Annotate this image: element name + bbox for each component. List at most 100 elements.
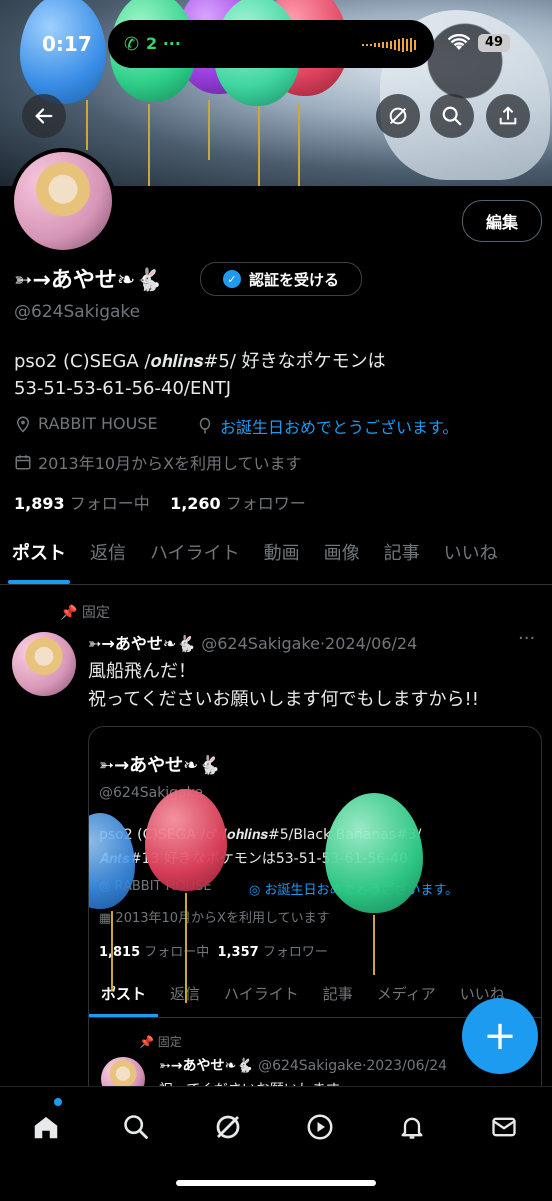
home-icon [34, 1117, 58, 1139]
embedded-followers-count: 1,357 [217, 945, 259, 960]
followers-link[interactable]: 1,260 フォロワー [170, 494, 306, 513]
tweet-avatar[interactable] [12, 632, 76, 696]
tab-videos[interactable]: 動画 [252, 530, 312, 584]
balloon-string [258, 106, 260, 186]
embedded-pinned-text: 固定 [157, 1035, 182, 1049]
balloon-red [145, 789, 227, 891]
back-arrow-icon [35, 108, 53, 124]
following-label: フォロー中 [69, 494, 150, 513]
tweet-handle-date[interactable]: @624Sakigake·2024/06/24 [201, 634, 417, 653]
status-time: 0:17 [42, 32, 92, 56]
location-text: RABBIT HOUSE [38, 414, 158, 433]
embedded-tab: ハイライト [224, 985, 299, 1003]
tab-photos[interactable]: 画像 [312, 530, 372, 584]
grok-icon [389, 107, 407, 125]
tab-articles[interactable]: 記事 [372, 530, 432, 584]
embedded-post-handle-date: @624Sakigake·2023/06/24 [258, 1058, 448, 1074]
embedded-joined: ▦ 2013年10月からXを利用しています [99, 911, 330, 926]
edit-profile-button[interactable]: 編集 [462, 200, 542, 242]
tweet-text-line: 風船飛んだ！ [88, 661, 196, 682]
display-name: ➳→あやせ❧🐇 [14, 268, 163, 293]
search-button[interactable] [430, 94, 474, 138]
balloon-string [86, 100, 88, 150]
notifications-icon [401, 1117, 423, 1139]
balloon-green [325, 793, 423, 913]
follow-stats: 1,893 フォロー中 1,260 フォロワー [14, 490, 306, 514]
followers-count: 1,260 [170, 494, 221, 513]
back-button[interactable] [22, 94, 66, 138]
tab-replies[interactable]: 返信 [78, 530, 138, 584]
nav-home[interactable] [24, 1105, 68, 1149]
more-options-icon[interactable]: ··· [518, 628, 535, 649]
nav-video[interactable] [298, 1105, 342, 1149]
tab-likes[interactable]: いいね [432, 530, 510, 584]
phone-icon: ✆ [124, 34, 140, 55]
profile-avatar[interactable] [10, 148, 116, 254]
call-count: 2 ··· [146, 34, 181, 53]
birthday-text[interactable]: お誕生日おめでとうございます。 [220, 414, 458, 438]
embedded-follow-stats: 1,815 フォロー中 1,357 フォロワー [99, 941, 328, 960]
embedded-tab: メディア [376, 985, 436, 1003]
nav-messages[interactable] [482, 1105, 526, 1149]
explore-icon [124, 1115, 148, 1139]
profile-birthday[interactable]: お誕生日おめでとうございます。 [196, 414, 458, 438]
balloon-string [111, 911, 113, 991]
embedded-post-name: ➳→あやせ❧🐇 [159, 1058, 254, 1074]
get-verified-button[interactable]: ✓ 認証を受ける [200, 262, 362, 296]
joined-text: 2013年10月からXを利用しています [38, 454, 302, 473]
audio-waveform-icon [362, 38, 416, 52]
embedded-pinned: 📌 固定 [139, 1035, 182, 1049]
balloon-string [148, 104, 150, 186]
home-indicator[interactable] [176, 1180, 376, 1186]
embedded-tab: 記事 [322, 985, 353, 1003]
calendar-icon [15, 455, 31, 470]
embedded-display-name: ➳→あやせ❧🐇 [99, 755, 221, 776]
profile-tabs: ポスト 返信 ハイライト 動画 画像 記事 いいね [0, 530, 552, 585]
following-count: 1,893 [14, 494, 65, 513]
profile-joined: 2013年10月からXを利用しています [14, 450, 302, 474]
embedded-joined-text: 2013年10月からXを利用しています [115, 911, 330, 926]
bio-line: pso2 (C)SEGA /𝒐𝒉𝒍𝒊𝒏𝒔#5/ 好きなポケモンは [14, 351, 386, 372]
nav-explore[interactable] [114, 1105, 158, 1149]
tweet-text: 風船飛んだ！ 祝ってくださいお願いします何でもしますから!! [88, 658, 479, 714]
notification-dot [54, 1098, 62, 1106]
embedded-tab: ポスト [89, 979, 159, 1017]
share-button[interactable] [486, 94, 530, 138]
profile-location: RABBIT HOUSE [14, 414, 158, 433]
pinned-text: 固定 [81, 605, 110, 621]
pinned-label: 📌 固定 [60, 602, 110, 622]
embedded-post-header: ➳→あやせ❧🐇 @624Sakigake·2023/06/24 [159, 1055, 447, 1075]
get-verified-label: 認証を受ける [248, 270, 339, 289]
embedded-followers-label: フォロワー [262, 945, 328, 960]
following-link[interactable]: 1,893 フォロー中 [14, 494, 150, 513]
balloon-string [373, 915, 375, 975]
bio-line: 53-51-53-61-56-40/ENTJ [14, 378, 232, 399]
tab-highlights[interactable]: ハイライト [138, 530, 252, 584]
embedded-following-count: 1,815 [99, 945, 141, 960]
battery-indicator: 49 [478, 34, 510, 52]
followers-label: フォロワー [225, 494, 306, 513]
tweet-header: ➳→あやせ❧🐇 @624Sakigake·2024/06/24 [88, 630, 417, 654]
tweet-text-line: 祝ってくださいお願いします何でもしますから!! [88, 689, 479, 710]
verified-badge-icon: ✓ [222, 270, 241, 288]
balloon-string [208, 100, 210, 160]
grok-icon [216, 1115, 240, 1139]
grok-button[interactable] [376, 94, 420, 138]
share-icon [499, 106, 517, 125]
video-icon [307, 1114, 333, 1140]
profile-bio: pso2 (C)SEGA /𝒐𝒉𝒍𝒊𝒏𝒔#5/ 好きなポケモンは 53-51-5… [14, 348, 534, 402]
nav-notifications[interactable] [390, 1105, 434, 1149]
balloon-string [185, 893, 187, 1003]
tweet-author-name[interactable]: ➳→あやせ❧🐇 [88, 634, 196, 653]
balloon-string [298, 104, 300, 186]
balloon-icon [199, 417, 211, 434]
pin-icon: 📌 [60, 605, 78, 621]
location-icon [16, 416, 30, 433]
embedded-following-label: フォロー中 [144, 945, 210, 960]
nav-grok[interactable] [206, 1105, 250, 1149]
search-icon [442, 106, 462, 126]
compose-post-button[interactable]: + [462, 998, 538, 1074]
wifi-icon [448, 34, 470, 50]
tab-posts[interactable]: ポスト [0, 530, 78, 584]
profile-handle: @624Sakigake [14, 302, 141, 322]
